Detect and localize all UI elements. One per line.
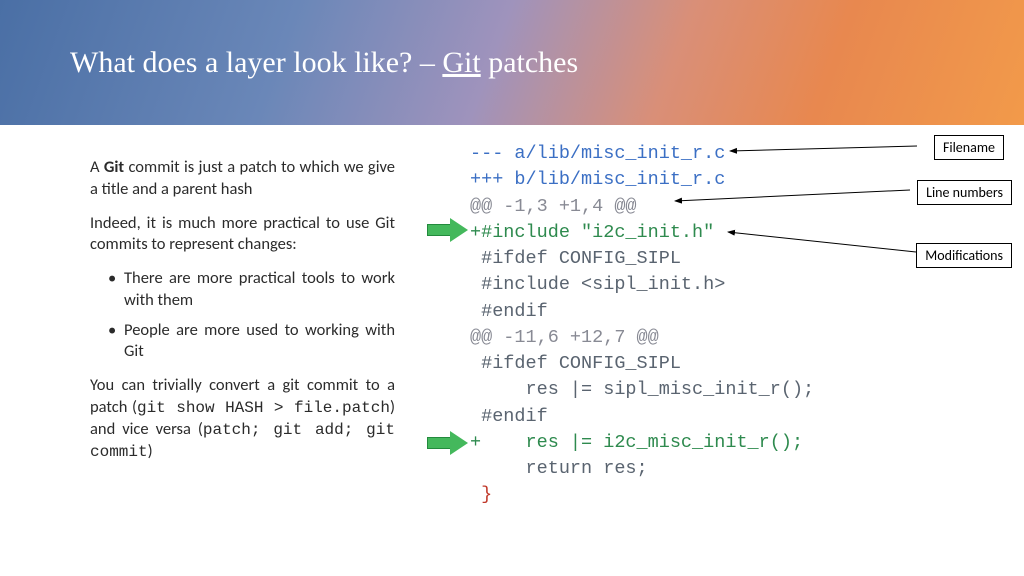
left-column: A Git commit is just a patch to which we…	[0, 125, 420, 576]
diff-context-line: #include <sipl_init.h>	[470, 274, 725, 295]
title-pre: What does a layer look like? –	[70, 46, 442, 79]
diff-hunk-header: @@ -1,3 +1,4 @@	[470, 196, 637, 217]
bullet-list: There are more practical tools to work w…	[90, 268, 395, 363]
paragraph-1: A Git commit is just a patch to which we…	[90, 157, 395, 201]
diff-added-line: +#include "i2c_init.h"	[470, 222, 714, 243]
title-post: patches	[481, 46, 578, 79]
diff-context-line: #endif	[470, 406, 548, 427]
title-underline: Git	[442, 46, 480, 79]
label-line-numbers: Line numbers	[917, 180, 1012, 205]
diff-context-line: return res;	[470, 458, 648, 479]
diff-added-line: + res |= i2c_misc_init_r();	[470, 432, 803, 453]
diff-code-block: --- a/lib/misc_init_r.c +++ b/lib/misc_i…	[470, 141, 814, 509]
paragraph-3: You can trivially convert a git commit t…	[90, 375, 395, 463]
list-item: There are more practical tools to work w…	[108, 268, 395, 312]
content-area: A Git commit is just a patch to which we…	[0, 125, 1024, 576]
label-filename: Filename	[934, 135, 1004, 160]
diff-context-line: #ifdef CONFIG_SIPL	[470, 248, 681, 269]
list-item: People are more used to working with Git	[108, 320, 395, 364]
paragraph-2: Indeed, it is much more practical to use…	[90, 213, 395, 257]
diff-minus-file: --- a/lib/misc_init_r.c	[470, 143, 725, 164]
pointer-arrow-icon	[427, 218, 469, 240]
pointer-arrow-icon	[427, 431, 469, 453]
title-banner: What does a layer look like? – Git patch…	[0, 0, 1024, 125]
diff-hunk-header: @@ -11,6 +12,7 @@	[470, 327, 659, 348]
diff-context-line: res |= sipl_misc_init_r();	[470, 379, 814, 400]
label-modifications: Modifications	[916, 243, 1012, 268]
diff-context-line: #endif	[470, 301, 548, 322]
diff-plus-file: +++ b/lib/misc_init_r.c	[470, 169, 725, 190]
diff-brace: }	[470, 484, 492, 505]
slide-title: What does a layer look like? – Git patch…	[70, 46, 578, 80]
diff-context-line: #ifdef CONFIG_SIPL	[470, 353, 681, 374]
right-column: --- a/lib/misc_init_r.c +++ b/lib/misc_i…	[420, 125, 1024, 576]
